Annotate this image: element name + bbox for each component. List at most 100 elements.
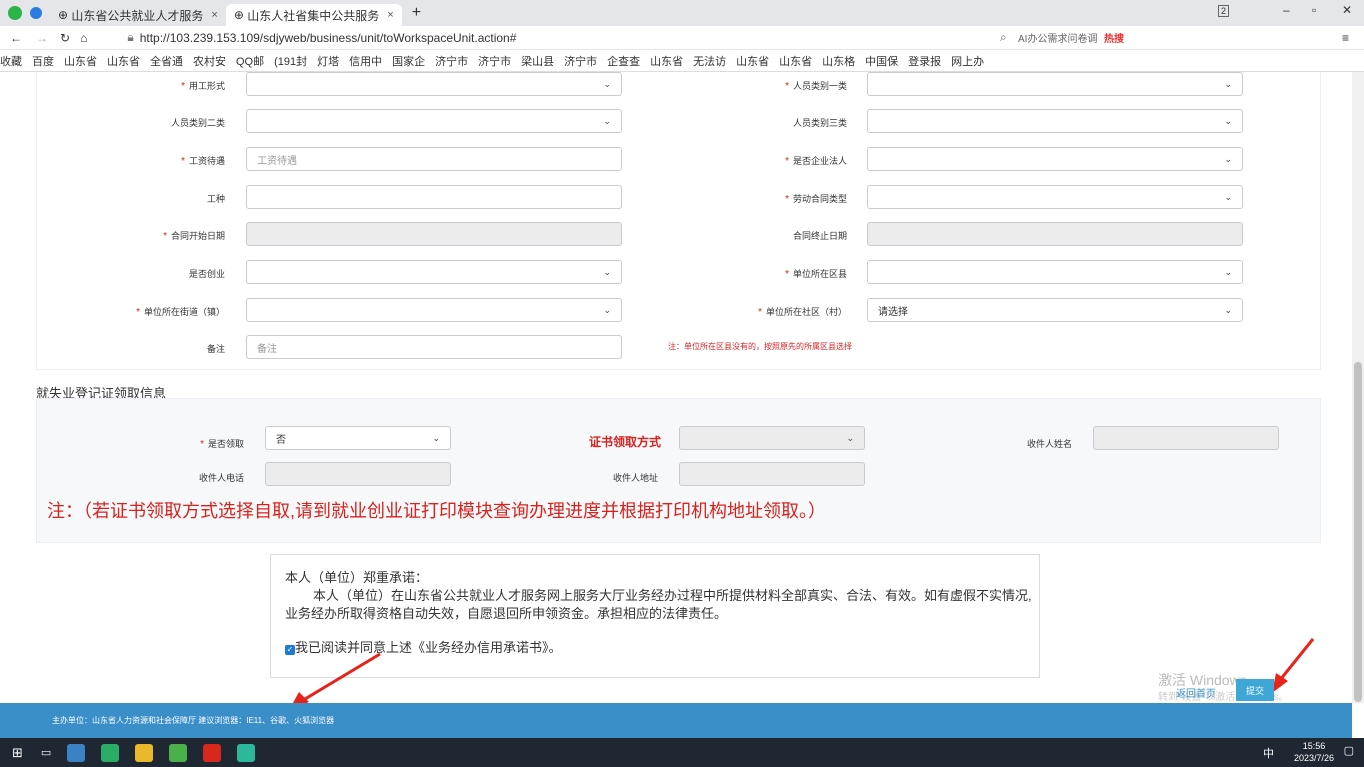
taskbar-clock[interactable]: 15:56 2023/7/26: [1294, 740, 1334, 764]
bookmark-item[interactable]: 济宁市: [564, 53, 597, 69]
field-select[interactable]: ⌄: [246, 298, 622, 322]
bookmark-item[interactable]: 山东省: [650, 53, 683, 69]
bookmark-item[interactable]: (191封: [274, 53, 307, 69]
forward-icon[interactable]: →: [36, 31, 48, 45]
recipient-name-label: 收件人姓名: [1026, 439, 1072, 449]
bookmark-item[interactable]: 农村安: [193, 53, 226, 69]
file-explorer-icon[interactable]: [135, 743, 154, 762]
chevron-down-icon: ⌄: [432, 432, 440, 443]
field-input[interactable]: [246, 185, 622, 209]
scrollbar-thumb[interactable]: [1354, 362, 1362, 702]
bookmark-item[interactable]: 梁山县: [521, 53, 554, 69]
bookmark-item[interactable]: 山东格: [822, 53, 855, 69]
bookmark-item[interactable]: 企查查: [607, 53, 640, 69]
field-label: 人员类别二类: [45, 116, 225, 129]
bookmark-item[interactable]: QQ邮: [236, 53, 264, 69]
field-select[interactable]: 请选择 ⌄: [867, 298, 1243, 322]
restore-icon[interactable]: ▫: [1312, 3, 1316, 17]
bookmark-item[interactable]: 济宁市: [478, 53, 511, 69]
bookmark-item[interactable]: 山东省: [779, 53, 812, 69]
bookmark-item[interactable]: 信用中: [349, 53, 382, 69]
menu-icon[interactable]: ≡: [1342, 31, 1349, 45]
bookmark-item[interactable]: 百度: [32, 53, 54, 69]
globe-icon: ⊕: [58, 8, 72, 22]
bookmark-item[interactable]: 山东省: [107, 53, 140, 69]
field-input[interactable]: 工资待遇: [246, 147, 622, 171]
bookmark-item[interactable]: 山东省: [64, 53, 97, 69]
browser-icon[interactable]: [169, 743, 188, 762]
page-content: * 用工形式 ⌄ * 人员类别一类 ⌄ 人员类别二类 ⌄ 人员类别三类 ⌄ * 工资待遇 工资待遇 * 是否…: [0, 72, 1352, 703]
close-tab-icon[interactable]: ×: [211, 9, 217, 21]
required-mark: *: [785, 81, 789, 92]
window-count-badge[interactable]: 2: [1218, 5, 1230, 17]
field-select[interactable]: ⌄: [867, 147, 1243, 171]
field-label: * 单位所在社区（村）: [667, 305, 847, 318]
required-mark: *: [785, 194, 789, 205]
bookmark-item[interactable]: 山东省: [736, 53, 769, 69]
chevron-down-icon: ⌄: [603, 78, 611, 89]
page-scrollbar[interactable]: [1352, 72, 1364, 703]
back-home-link[interactable]: 返回首页: [1176, 685, 1216, 700]
bookmark-item[interactable]: 登录报: [908, 53, 941, 69]
chevron-down-icon: ⌄: [1224, 153, 1232, 164]
recipient-phone-field[interactable]: [265, 462, 451, 486]
required-mark: *: [181, 156, 185, 167]
field-input[interactable]: 备注: [246, 335, 622, 359]
field-label: * 工资待遇: [45, 154, 225, 167]
close-window-icon[interactable]: ✕: [1342, 3, 1352, 17]
field-select[interactable]: ⌄: [246, 260, 622, 284]
bookmark-item[interactable]: 济宁市: [435, 53, 468, 69]
refresh-icon[interactable]: ↻: [60, 31, 70, 45]
field-input[interactable]: [867, 222, 1243, 246]
tab-hrss-service[interactable]: ⊕ 山东人社省集中公共服务 ×: [225, 4, 402, 26]
home-icon[interactable]: ⌂: [80, 31, 87, 45]
task-view-icon[interactable]: ▭: [41, 746, 51, 759]
wechat-icon[interactable]: [101, 743, 120, 762]
submit-button[interactable]: 提交: [1236, 679, 1274, 701]
close-tab-icon[interactable]: ×: [387, 9, 393, 21]
wps-icon[interactable]: [203, 743, 222, 762]
chevron-down-icon: ⌄: [603, 266, 611, 277]
app-icon[interactable]: [67, 743, 86, 762]
promise-body-2: 业务经办所取得资格自动失效，自愿退回所申领资金。承担相应的法律责任。: [285, 606, 728, 621]
hot-search-label[interactable]: 热搜: [1104, 30, 1124, 45]
bookmark-item[interactable]: 全省通: [150, 53, 183, 69]
field-input[interactable]: [246, 222, 622, 246]
address-bar-row: ← → ↻ ⌂ 🔒︎ http://103.239.153.109/sdjywe…: [0, 26, 1364, 50]
field-value: 请选择: [878, 306, 908, 318]
windows-start-icon[interactable]: ⊞: [12, 745, 23, 761]
notification-icon[interactable]: ▢: [1344, 744, 1354, 757]
bookmark-item[interactable]: 中国保: [865, 53, 898, 69]
site-footer: 主办单位：山东省人力资源和社会保障厅 建议浏览器：IE11、谷歌、火狐浏览器: [0, 703, 1352, 738]
telegram-icon[interactable]: [30, 7, 42, 19]
receive-select[interactable]: 否 ⌄: [265, 426, 451, 450]
field-label: * 劳动合同类型: [667, 192, 847, 205]
field-label-text: 单位所在区县: [792, 269, 847, 279]
cert-section-panel: * 是否领取 否 ⌄ 证书领取方式 ⌄ 收件人姓名 收件人电话 收件人地址 注：（若…: [36, 398, 1321, 543]
bookmark-item[interactable]: 收藏: [0, 53, 22, 69]
field-select[interactable]: ⌄: [867, 109, 1243, 133]
promise-box: 本人（单位）郑重承诺： 本人（单位）在山东省公共就业人才服务网上服务大厅业务经办…: [270, 554, 1040, 678]
field-select[interactable]: ⌄: [246, 109, 622, 133]
field-select[interactable]: ⌄: [867, 72, 1243, 96]
bookmark-item[interactable]: 无法访: [693, 53, 726, 69]
field-select[interactable]: ⌄: [246, 72, 622, 96]
tab-public-employment[interactable]: ⊕ 山东省公共就业人才服务 ×: [50, 4, 226, 26]
ime-indicator[interactable]: 中: [1263, 745, 1274, 761]
field-label: * 单位所在区县: [667, 267, 847, 280]
app-green-icon[interactable]: [237, 743, 256, 762]
method-select[interactable]: ⌄: [679, 426, 865, 450]
recipient-name-field[interactable]: [1093, 426, 1279, 450]
bookmark-item[interactable]: 灯塔: [317, 53, 339, 69]
field-select[interactable]: ⌄: [867, 185, 1243, 209]
field-select[interactable]: ⌄: [867, 260, 1243, 284]
cert-note: 注：（若证书领取方式选择自取,请到就业创业证打印模块查询办理进度并根据打印机构地…: [47, 501, 826, 521]
search-hint[interactable]: AI办公需求问卷调: [1018, 30, 1097, 45]
minimize-icon[interactable]: –: [1283, 3, 1290, 17]
new-tab-button[interactable]: +: [412, 4, 421, 22]
bookmark-item[interactable]: 网上办: [951, 53, 984, 69]
back-icon[interactable]: ←: [10, 31, 22, 45]
url-input[interactable]: http://103.239.153.109/sdjyweb/business/…: [140, 31, 517, 45]
bookmark-item[interactable]: 国家企: [392, 53, 425, 69]
recipient-addr-field[interactable]: [679, 462, 865, 486]
